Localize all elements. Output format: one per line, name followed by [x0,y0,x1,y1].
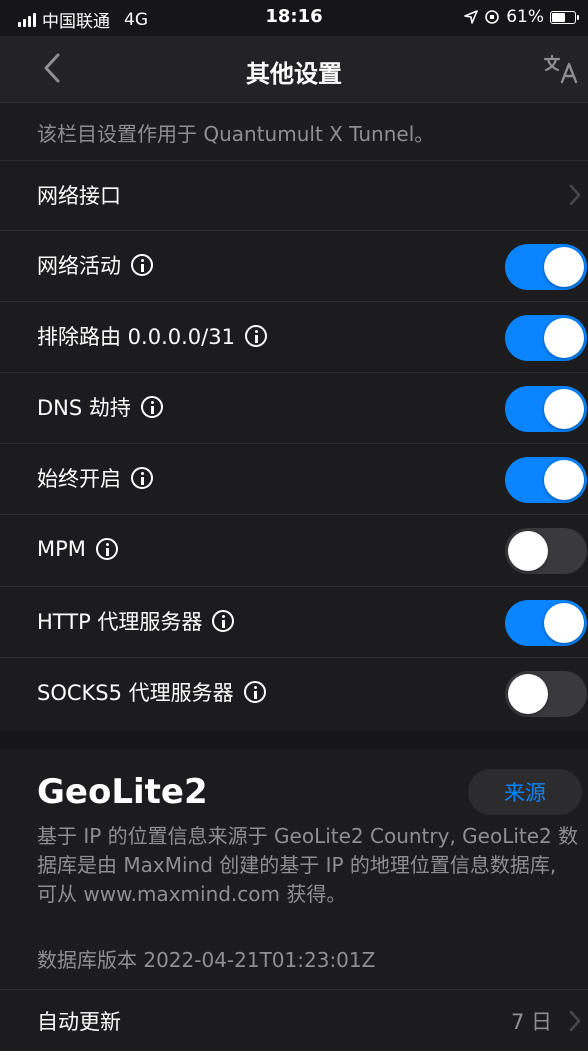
info-icon[interactable] [212,610,235,632]
setting-row-socks5-proxy: SOCKS5 代理服务器 [0,657,588,727]
setting-row-mpm: MPM [0,514,588,584]
exclude-route-toggle[interactable] [505,315,587,361]
socks5-proxy-toggle[interactable] [505,671,587,717]
setting-label: 排除路由 0.0.0.0/31 [37,325,235,349]
setting-label: DNS 劫持 [37,396,131,420]
geolite-version: 数据库版本 2022-04-21T01:23:01Z [37,948,376,972]
orientation-lock-icon [485,10,500,24]
info-icon[interactable] [131,254,153,276]
setting-label: HTTP 代理服务器 [37,610,203,634]
setting-label: 网络活动 [37,254,121,278]
geolite-description: 基于 IP 的位置信息来源于 GeoLite2 Country, GeoLite… [37,824,579,906]
setting-label: MPM [37,537,86,561]
network-activity-toggle[interactable] [505,244,587,290]
dns-hijack-toggle[interactable] [505,386,587,432]
auto-update-label: 自动更新 [37,1009,121,1034]
geolite-title: GeoLite2 [37,772,208,812]
setting-row-exclude-route: 排除路由 0.0.0.0/31 [0,301,588,371]
source-button[interactable]: 来源 [468,769,582,815]
setting-row-network-activity: 网络活动 [0,230,588,300]
auto-update-value: 7 日 [510,1009,552,1034]
chevron-right-icon [569,184,581,206]
status-bar: 中国联通 4G 18:16 61% [0,0,588,36]
setting-label: SOCKS5 代理服务器 [37,681,234,705]
translate-button[interactable] [542,50,582,86]
info-icon[interactable] [95,538,118,560]
setting-row-http-proxy: HTTP 代理服务器 [0,586,588,656]
nav-bar: 其他设置 [0,36,588,103]
info-icon[interactable] [140,396,163,418]
page-title: 其他设置 [246,60,342,88]
setting-label: 始终开启 [37,467,121,491]
setting-row-dns-hijack: DNS 劫持 [0,372,588,442]
section-note: 该栏目设置作用于 Quantumult X Tunnel。 [37,122,435,146]
translate-icon [543,54,578,84]
location-icon [464,10,479,24]
battery-icon [550,10,579,24]
mpm-toggle[interactable] [505,528,587,574]
setting-row-always-on: 始终开启 [0,443,588,513]
network-interface-label: 网络接口 [37,184,121,208]
chevron-right-icon [569,1010,581,1032]
info-icon[interactable] [131,467,153,489]
network-interface-row[interactable]: 网络接口 [0,160,588,230]
http-proxy-toggle[interactable] [505,600,587,646]
info-icon[interactable] [243,681,266,703]
info-icon[interactable] [244,325,267,347]
auto-update-row[interactable]: 自动更新 7 日 [0,990,588,1051]
always-on-toggle[interactable] [505,457,587,503]
section-divider [0,731,588,749]
battery-percent: 61% [506,7,544,27]
